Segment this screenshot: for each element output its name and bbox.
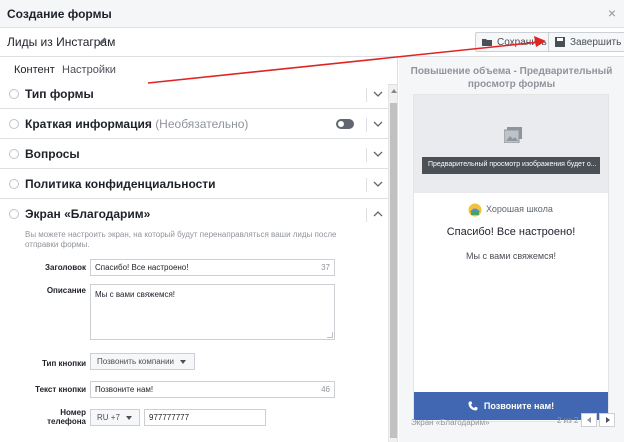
- description-textarea[interactable]: Мы с вами свяжемся!: [90, 284, 335, 340]
- brand-name: Хорошая школа: [486, 204, 553, 214]
- chevron-down-icon[interactable]: [366, 178, 388, 192]
- save-button[interactable]: Сохранить: [475, 32, 556, 52]
- preview-phone: Предварительный просмотр изображения буд…: [413, 94, 609, 422]
- arrow-left-icon: [587, 417, 591, 423]
- folder-icon: [482, 39, 492, 46]
- brand-logo-icon: [468, 203, 482, 217]
- preview-pager: 2 из 2: [557, 416, 579, 425]
- scrollbar[interactable]: [388, 85, 397, 442]
- caret-down-icon: [125, 415, 132, 420]
- section-label: Краткая информация (Необязательно): [25, 117, 249, 131]
- button-text-label: Текст кнопки: [35, 385, 86, 394]
- close-icon[interactable]: ×: [608, 5, 616, 21]
- section-intro[interactable]: Краткая информация (Необязательно): [0, 109, 388, 139]
- section-status-radio: [9, 119, 19, 129]
- floppy-icon: [555, 37, 565, 47]
- section-label: Экран «Благодарим»: [25, 207, 151, 221]
- finish-button[interactable]: Завершить: [548, 32, 624, 52]
- section-thanks[interactable]: Экран «Благодарим»: [0, 199, 388, 229]
- country-code-select[interactable]: RU +7: [90, 409, 140, 426]
- window-titlebar: Создание формы ×: [0, 0, 624, 28]
- chevron-down-icon[interactable]: [366, 88, 388, 102]
- scrollbar-thumb[interactable]: [390, 103, 397, 438]
- section-label: Политика конфиденциальности: [25, 177, 216, 191]
- headline-input[interactable]: Спасибо! Все настроено! 37: [90, 259, 335, 276]
- phone-icon: [468, 401, 478, 411]
- prev-page-button[interactable]: [581, 413, 597, 427]
- window-title: Создание формы: [7, 7, 112, 21]
- headline-label: Заголовок: [45, 263, 86, 272]
- chevron-down-icon[interactable]: [366, 148, 388, 162]
- next-page-button[interactable]: [599, 413, 615, 427]
- preview-screen-name: Экран «Благодарим»: [411, 418, 490, 427]
- section-status-radio: [9, 89, 19, 99]
- char-counter: 46: [321, 385, 330, 394]
- phone-input[interactable]: 977777777: [144, 409, 266, 426]
- chevron-down-icon[interactable]: [366, 118, 388, 132]
- preview-panel: Повышение объема - Предварительный просм…: [399, 57, 624, 442]
- phone-label: Номер телефона: [47, 408, 86, 426]
- section-status-radio: [9, 209, 19, 219]
- button-type-select[interactable]: Позвонить компании: [90, 353, 195, 370]
- preview-image-area: Предварительный просмотр изображения буд…: [414, 95, 608, 193]
- chevron-up-icon[interactable]: [366, 208, 388, 222]
- image-preview-tooltip: Предварительный просмотр изображения буд…: [422, 157, 600, 174]
- preview-headline: Спасибо! Все настроено!: [446, 226, 576, 238]
- tab-settings[interactable]: Настройки: [62, 64, 116, 76]
- scroll-up-icon[interactable]: [391, 89, 397, 93]
- preview-call-button[interactable]: Позвоните нам!: [414, 392, 608, 420]
- intro-toggle[interactable]: [336, 119, 354, 129]
- pencil-icon[interactable]: [98, 36, 108, 46]
- section-status-radio: [9, 179, 19, 189]
- description-label: Описание: [46, 286, 86, 295]
- button-text-input[interactable]: Позвоните нам! 46: [90, 381, 335, 398]
- button-type-label: Тип кнопки: [41, 359, 86, 368]
- section-privacy[interactable]: Политика конфиденциальности: [0, 169, 388, 199]
- char-counter: 37: [321, 263, 330, 272]
- section-form-type[interactable]: Тип формы: [0, 79, 388, 109]
- preview-description: Мы с вами свяжемся!: [465, 251, 556, 261]
- thanks-description: Вы можете настроить экран, на который бу…: [25, 230, 337, 249]
- section-status-radio: [9, 149, 19, 159]
- tab-content[interactable]: Контент: [14, 64, 55, 76]
- resize-handle[interactable]: [327, 332, 333, 338]
- preview-title: Повышение объема - Предварительный просм…: [410, 66, 613, 90]
- section-label: Тип формы: [25, 87, 94, 101]
- caret-down-icon: [180, 359, 187, 364]
- image-icon: [504, 127, 522, 143]
- arrow-right-icon: [606, 417, 610, 423]
- section-label: Вопросы: [25, 147, 80, 161]
- section-questions[interactable]: Вопросы: [0, 139, 388, 169]
- editor-panel: Контент Настройки Тип формы Краткая инфо…: [0, 57, 398, 442]
